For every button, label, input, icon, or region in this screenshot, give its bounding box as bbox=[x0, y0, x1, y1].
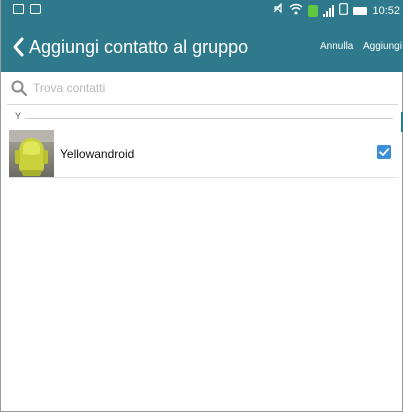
list-item-contact[interactable]: Yellowandroid bbox=[9, 130, 398, 177]
wifi-icon bbox=[289, 3, 303, 19]
sim-icon bbox=[308, 5, 319, 17]
signal-icon bbox=[323, 5, 335, 17]
chevron-left-icon bbox=[13, 37, 24, 57]
screen: 10:52 Aggiungi contatto al gruppo Annull… bbox=[0, 0, 403, 412]
search-bar bbox=[7, 76, 392, 102]
section-header-letter: Y bbox=[15, 111, 22, 121]
back-button[interactable] bbox=[11, 34, 25, 60]
contact-name: Yellowandroid bbox=[60, 147, 135, 161]
add-button[interactable]: Aggiungi bbox=[363, 40, 402, 54]
app-bar: Aggiungi contatto al gruppo Annulla Aggi… bbox=[1, 22, 403, 72]
search-icon bbox=[11, 80, 28, 97]
checkmark-icon bbox=[379, 148, 390, 156]
search-divider bbox=[7, 104, 398, 105]
avatar bbox=[9, 130, 54, 177]
status-bar-left bbox=[13, 4, 41, 14]
status-bar-right: 10:52 bbox=[272, 2, 400, 19]
section-divider bbox=[25, 118, 393, 119]
battery-icon bbox=[353, 7, 368, 15]
row-divider bbox=[9, 177, 398, 178]
gallery-icon bbox=[13, 4, 24, 14]
page-title: Aggiungi contatto al gruppo bbox=[29, 37, 249, 57]
cancel-button[interactable]: Annulla bbox=[320, 40, 353, 54]
clock: 10:52 bbox=[372, 5, 400, 17]
status-bar: 10:52 bbox=[1, 0, 403, 22]
message-icon bbox=[30, 4, 41, 14]
search-input[interactable] bbox=[33, 78, 373, 98]
mute-icon bbox=[272, 2, 284, 19]
contact-checkbox[interactable] bbox=[377, 145, 391, 159]
sim2-icon bbox=[339, 3, 349, 19]
